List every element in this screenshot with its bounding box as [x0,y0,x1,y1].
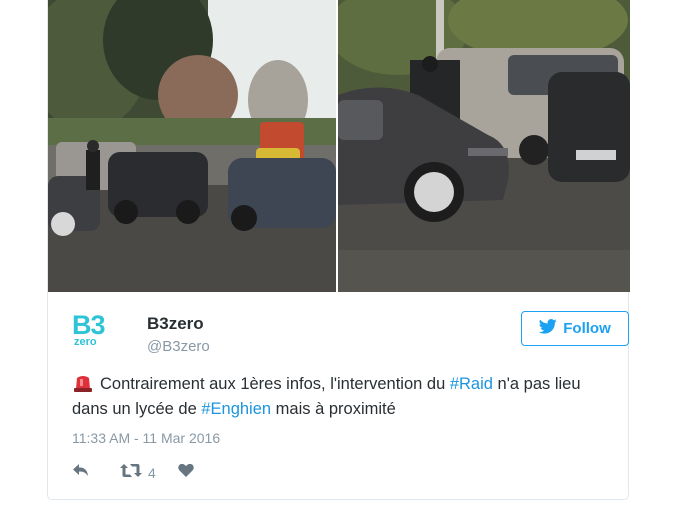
tweet-photo-right[interactable] [338,0,630,292]
tweet-card: B3 zero B3zero @B3zero Follow Contrairem… [47,0,630,500]
twitter-bird-icon [539,319,557,338]
tweet-text-part1: Contrairement aux 1ères infos, l'interve… [100,375,450,393]
retweet-count: 4 [148,465,156,481]
tweet-timestamp[interactable]: 11:33 AM - 11 Mar 2016 [72,430,220,446]
avatar-logo-subtext: zero [74,336,97,348]
like-button[interactable] [178,463,194,483]
tweet-actions: 4 [72,462,194,484]
hashtag-enghien-link[interactable]: #Enghien [201,400,271,418]
reply-icon [72,463,90,483]
tweet-media [48,0,630,292]
follow-button[interactable]: Follow [521,311,629,346]
hashtag-raid-link[interactable]: #Raid [450,375,493,393]
police-light-icon [72,374,94,392]
tweet-header: B3 zero B3zero @B3zero Follow [72,310,629,355]
tweet-text-part3: mais à proximité [271,400,396,418]
heart-icon [178,463,194,483]
reply-button[interactable] [72,463,90,483]
retweet-button[interactable]: 4 [120,463,156,483]
tweet-text: Contrairement aux 1ères infos, l'interve… [72,372,617,422]
user-avatar[interactable]: B3 zero [72,310,112,352]
follow-button-label: Follow [563,320,611,337]
tweet-photo-left[interactable] [48,0,336,292]
retweet-icon [120,463,142,483]
user-display-name[interactable]: B3zero [147,314,204,334]
user-handle[interactable]: @B3zero [147,338,210,355]
